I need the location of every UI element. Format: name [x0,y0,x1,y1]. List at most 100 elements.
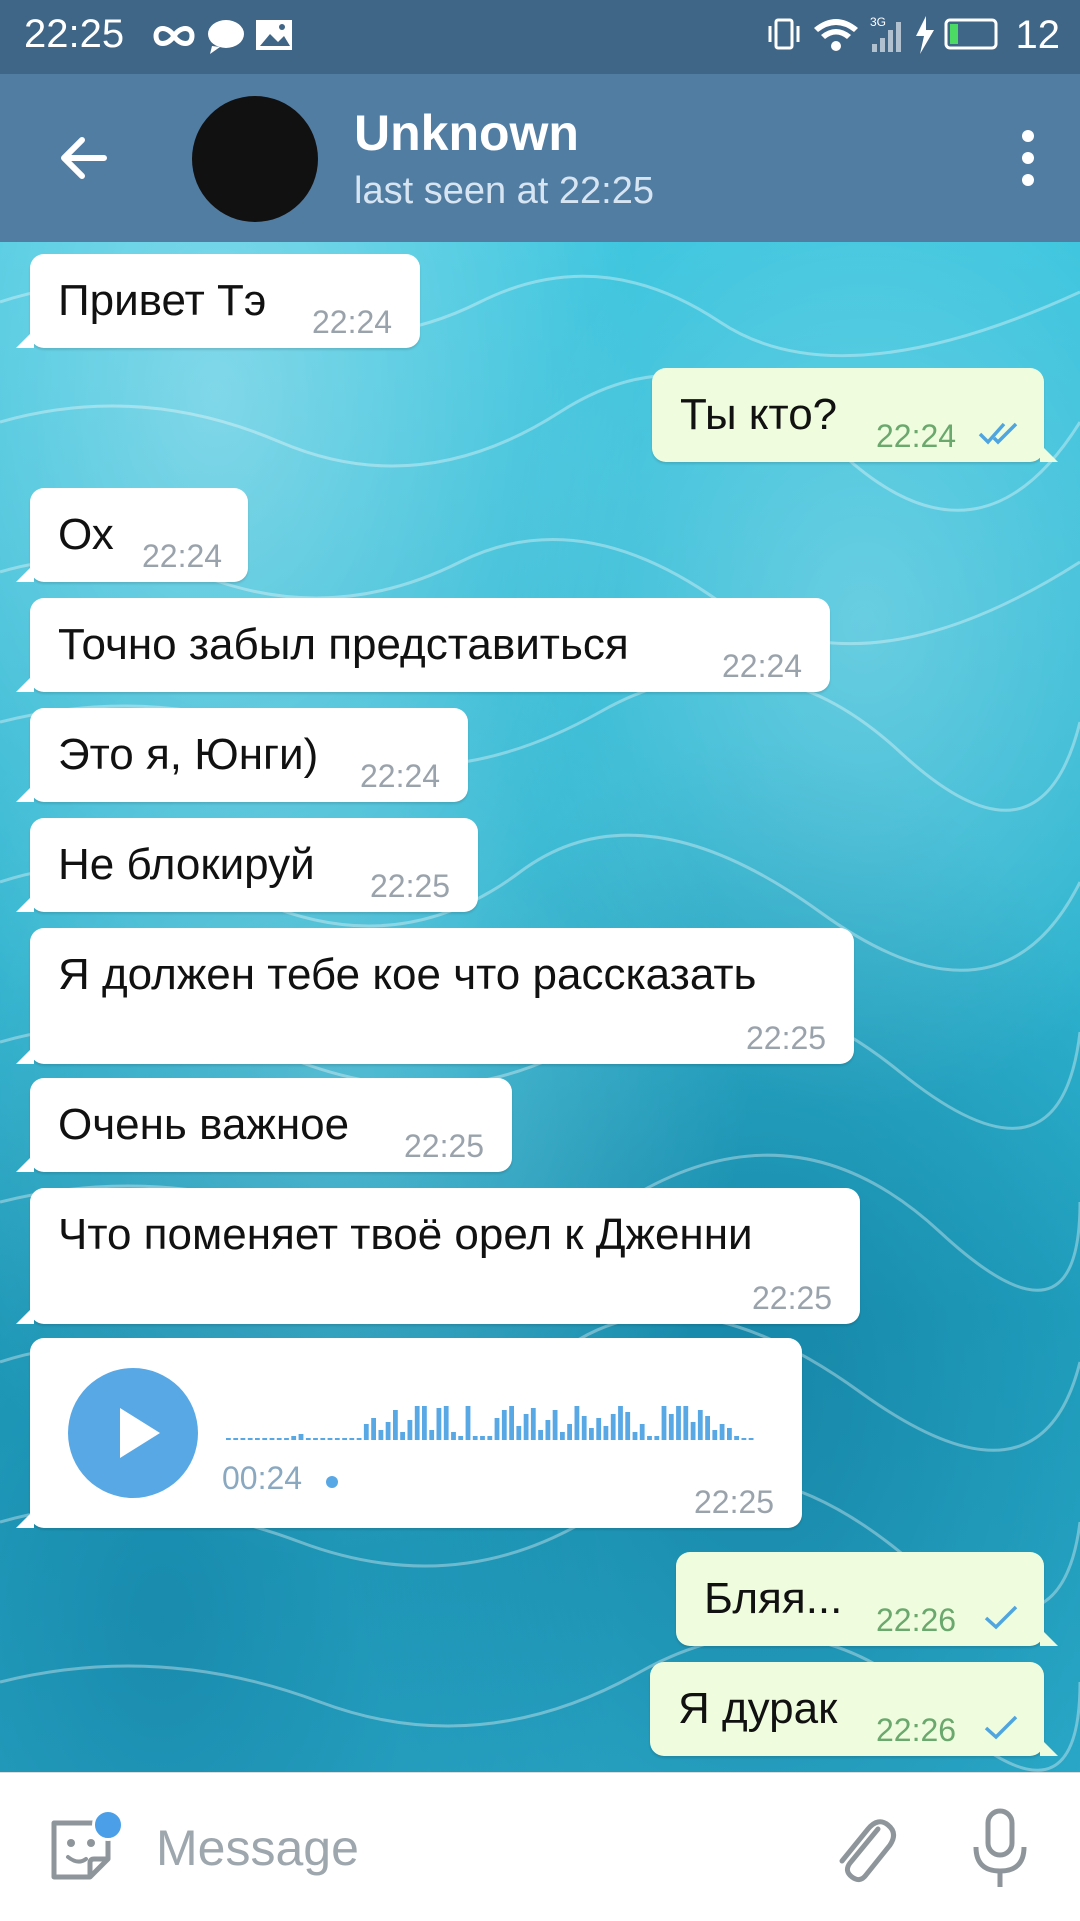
message-bubble[interactable]: Точно забыл представиться 22:24 [16,598,830,692]
message-text: Не блокируй [58,840,315,889]
message-bubble[interactable]: Ох 22:24 [16,488,248,582]
message-bubble[interactable]: Я дурак 22:26 [650,1662,1058,1756]
message-text: Ох [58,510,114,559]
message-bubble[interactable]: Привет Тэ 22:24 [16,254,420,348]
waveform-bar [349,1438,355,1440]
waveform-bar [509,1406,514,1440]
status-system-icons: 3G 12 [766,10,1061,60]
message-time: 22:25 [752,1280,833,1316]
message-text: Я должен тебе кое что рассказать [58,950,757,999]
check-icon [984,1715,1018,1740]
chat-title[interactable]: Unknown [354,104,579,162]
message-bubble[interactable]: Бляя... 22:26 [676,1552,1058,1646]
waveform-bar [422,1406,427,1440]
voice-message-bubble[interactable]: 00:24 22:25 [16,1338,802,1528]
waveform-bar [734,1436,739,1440]
waveform-bar [545,1420,551,1440]
unplayed-indicator [326,1476,338,1488]
waveform-bar [494,1418,500,1440]
waveform-bar [719,1424,725,1440]
message-time: 22:24 [142,538,223,574]
waveform-bar [618,1406,623,1440]
waveform-bar [327,1438,333,1440]
waveform-bar [400,1432,405,1440]
voice-waveform[interactable] [226,1388,756,1448]
message-input-bar: Message [0,1772,1080,1921]
last-seen-status: last seen at 22:25 [354,170,654,212]
message-text: Это я, Юнги) [58,730,319,779]
waveform-bar [741,1438,747,1440]
attach-button[interactable] [828,1809,898,1889]
waveform-bar [683,1406,689,1440]
waveform-bar [356,1438,362,1440]
message-time: 22:24 [722,648,803,684]
waveform-bar [727,1428,732,1440]
battery-level: 12 [1015,12,1061,57]
waveform-bar [334,1438,340,1440]
message-time: 22:25 [370,868,451,904]
back-button[interactable] [54,128,114,188]
waveform-bar [516,1426,522,1440]
message-time: 22:24 [876,418,957,454]
waveform-bar [589,1428,594,1440]
more-vertical-icon [1022,130,1034,186]
chat-background: Привет Тэ 22:24 Ты кто? 22:24 Ох 22:24 Т… [0,242,1080,1772]
waveform-bar [443,1406,449,1440]
new-stickers-badge [92,1809,124,1841]
waveform-bar [313,1438,318,1440]
battery-icon [944,18,997,50]
waveform-bar [501,1410,507,1440]
waveform-bar [240,1438,246,1440]
waveform-bar [371,1418,376,1440]
avatar[interactable] [192,96,318,222]
waveform-bar [233,1438,239,1440]
message-bubble[interactable]: Очень важное 22:25 [16,1078,512,1172]
gallery-icon [256,20,292,50]
waveform-bar [407,1420,413,1440]
message-text: Бляя... [704,1574,843,1623]
message-text: Привет Тэ [58,276,267,325]
waveform-bar [668,1414,674,1440]
more-options-button[interactable] [1018,126,1038,190]
waveform-bar [632,1432,638,1440]
waveform-bar [639,1424,645,1440]
waveform-bar [385,1422,391,1440]
paperclip-icon [839,1819,896,1883]
waveform-bar [581,1416,587,1440]
waveform-bar [552,1410,558,1440]
play-button[interactable] [68,1368,198,1498]
waveform-bar [538,1430,543,1440]
waveform-bar [697,1410,703,1440]
waveform-bar [436,1408,442,1440]
waveform-bar [596,1418,602,1440]
waveform-bar [574,1406,580,1440]
waveform-bar [625,1412,631,1440]
charging-icon [915,16,934,54]
message-time: 22:25 [694,1484,775,1520]
message-time: 22:25 [746,1020,827,1056]
waveform-bar [451,1432,456,1440]
message-bubble[interactable]: Это я, Юнги) 22:24 [16,708,468,802]
waveform-bar [480,1436,485,1440]
wifi-icon [813,19,858,51]
status-bar: 22:25 3G 12 [0,0,1080,74]
waveform-bar [603,1426,609,1440]
message-time: 22:26 [876,1712,957,1748]
message-text: Ты кто? [680,390,838,439]
message-bubble[interactable]: Ты кто? 22:24 [652,368,1058,462]
double-check-icon [978,422,1018,445]
message-bubble[interactable]: Я должен тебе кое что рассказать 22:25 [16,928,854,1064]
waveform-bar [458,1436,464,1440]
waveform-bar [305,1438,311,1440]
signal-3g-icon: 3G [870,15,901,52]
waveform-bar [320,1438,326,1440]
waveform-bar [414,1406,420,1440]
message-bubble[interactable]: Не блокируй 22:25 [16,818,478,912]
message-time: 22:25 [404,1128,485,1164]
message-bubble[interactable]: Что поменяет твоё орел к Дженни 22:25 [16,1188,860,1324]
message-input[interactable]: Message [156,1819,359,1877]
waveform-bar [610,1414,616,1440]
waveform-bar [378,1430,384,1440]
voice-record-button[interactable] [970,1807,1030,1893]
waveform-bar [560,1432,565,1440]
